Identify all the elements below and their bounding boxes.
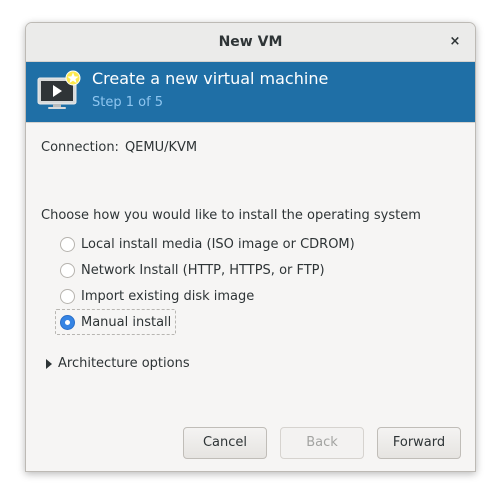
radio-label: Local install media (ISO image or CDROM) [81,236,355,252]
vm-monitor-star-icon [37,70,81,109]
radio-manual-install[interactable]: Manual install [55,309,177,335]
radio-local-install-media[interactable]: Local install media (ISO image or CDROM) [56,232,359,256]
header-banner: Create a new virtual machine Step 1 of 5 [26,62,475,122]
architecture-options-expander[interactable]: Architecture options [46,356,190,371]
connection-row: Connection: QEMU/KVM [41,140,197,155]
radio-label: Network Install (HTTP, HTTPS, or FTP) [81,262,325,278]
radio-network-install[interactable]: Network Install (HTTP, HTTPS, or FTP) [56,258,329,282]
expander-arrow-icon [46,358,52,369]
title-bar[interactable]: New VM × [26,23,475,62]
banner-title: Create a new virtual machine [92,69,329,88]
connection-label: Connection: [41,140,119,155]
new-vm-dialog: New VM × Create a new virtual machine St… [25,22,476,472]
radio-indicator[interactable] [60,288,75,304]
window-title: New VM [218,34,283,50]
back-button[interactable]: Back [280,427,364,459]
radio-label: Manual install [81,314,172,330]
expander-label: Architecture options [58,356,190,371]
radio-label: Import existing disk image [81,288,255,304]
cancel-button[interactable]: Cancel [183,427,267,459]
radio-indicator[interactable] [60,236,75,252]
dialog-content: Connection: QEMU/KVM Choose how you would… [26,122,475,471]
step-indicator: Step 1 of 5 [92,95,164,110]
radio-indicator[interactable] [60,262,75,278]
radio-import-disk-image[interactable]: Import existing disk image [56,284,258,308]
forward-button[interactable]: Forward [377,427,461,459]
radio-indicator-selected[interactable] [60,314,75,330]
close-button[interactable]: × [445,32,465,52]
install-method-prompt: Choose how you would like to install the… [41,208,421,223]
connection-value: QEMU/KVM [124,140,198,155]
